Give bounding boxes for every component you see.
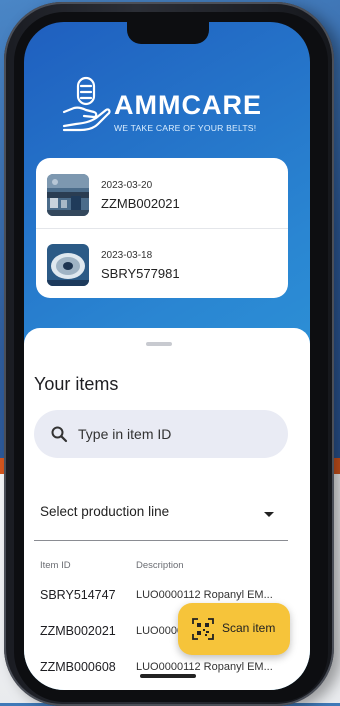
search-icon	[51, 426, 68, 443]
recent-item[interactable]: 2023-03-18 SBRY577981	[36, 228, 288, 298]
conveyor-line-thumbnail-icon	[47, 174, 89, 216]
dropdown-arrow-icon	[264, 512, 274, 517]
production-line-select-value: Select production line	[40, 504, 170, 519]
qr-scan-icon	[192, 618, 214, 640]
phone-notch	[127, 22, 209, 44]
table-row[interactable]: ZZMB000608 LUO0000112 Ropanyl EM...	[24, 650, 310, 686]
column-header-item-id: Item ID	[40, 560, 71, 571]
row-description: LUO0000112 Ropanyl EM...	[136, 589, 273, 601]
recent-item[interactable]: 2023-03-20 ZZMB002021	[36, 158, 288, 229]
recent-item-date: 2023-03-18	[101, 250, 153, 261]
items-title: Your items	[34, 374, 119, 394]
belt-roll-thumbnail-icon	[47, 244, 89, 286]
search-input[interactable]: Type in item ID	[34, 410, 288, 458]
scan-item-label: Scan item	[222, 621, 276, 635]
app-screen: AMMCARE WE TAKE CARE OF YOUR BELTS! 2023…	[24, 22, 310, 690]
home-indicator[interactable]	[140, 674, 196, 678]
row-item-id: ZZMB000608	[40, 660, 116, 674]
hand-belt-logo-icon	[62, 76, 111, 132]
row-description: LUO0000112 Ropanyl EM...	[136, 661, 273, 673]
row-item-id: ZZMB002021	[40, 624, 116, 638]
sheet-drag-handle[interactable]	[146, 342, 172, 346]
app-logo: AMMCARE WE TAKE CARE OF YOUR BELTS!	[60, 74, 290, 144]
column-header-description: Description	[136, 560, 184, 571]
recent-item-id: ZZMB002021	[101, 196, 180, 211]
scan-item-button[interactable]: Scan item	[178, 603, 290, 655]
recent-items-card: 2023-03-20 ZZMB002021 2023-03-18 SBRY577…	[36, 158, 288, 298]
brand-tagline: WE TAKE CARE OF YOUR BELTS!	[114, 123, 257, 133]
recent-item-date: 2023-03-20	[101, 180, 153, 191]
production-line-select[interactable]: Select production line	[34, 490, 288, 541]
items-bottom-sheet: Your items Type in item ID Select produc…	[24, 328, 310, 690]
recent-item-id: SBRY577981	[101, 266, 180, 281]
row-item-id: SBRY514747	[40, 588, 116, 602]
brand-name: AMMCARE	[114, 90, 262, 120]
search-placeholder: Type in item ID	[78, 426, 172, 442]
